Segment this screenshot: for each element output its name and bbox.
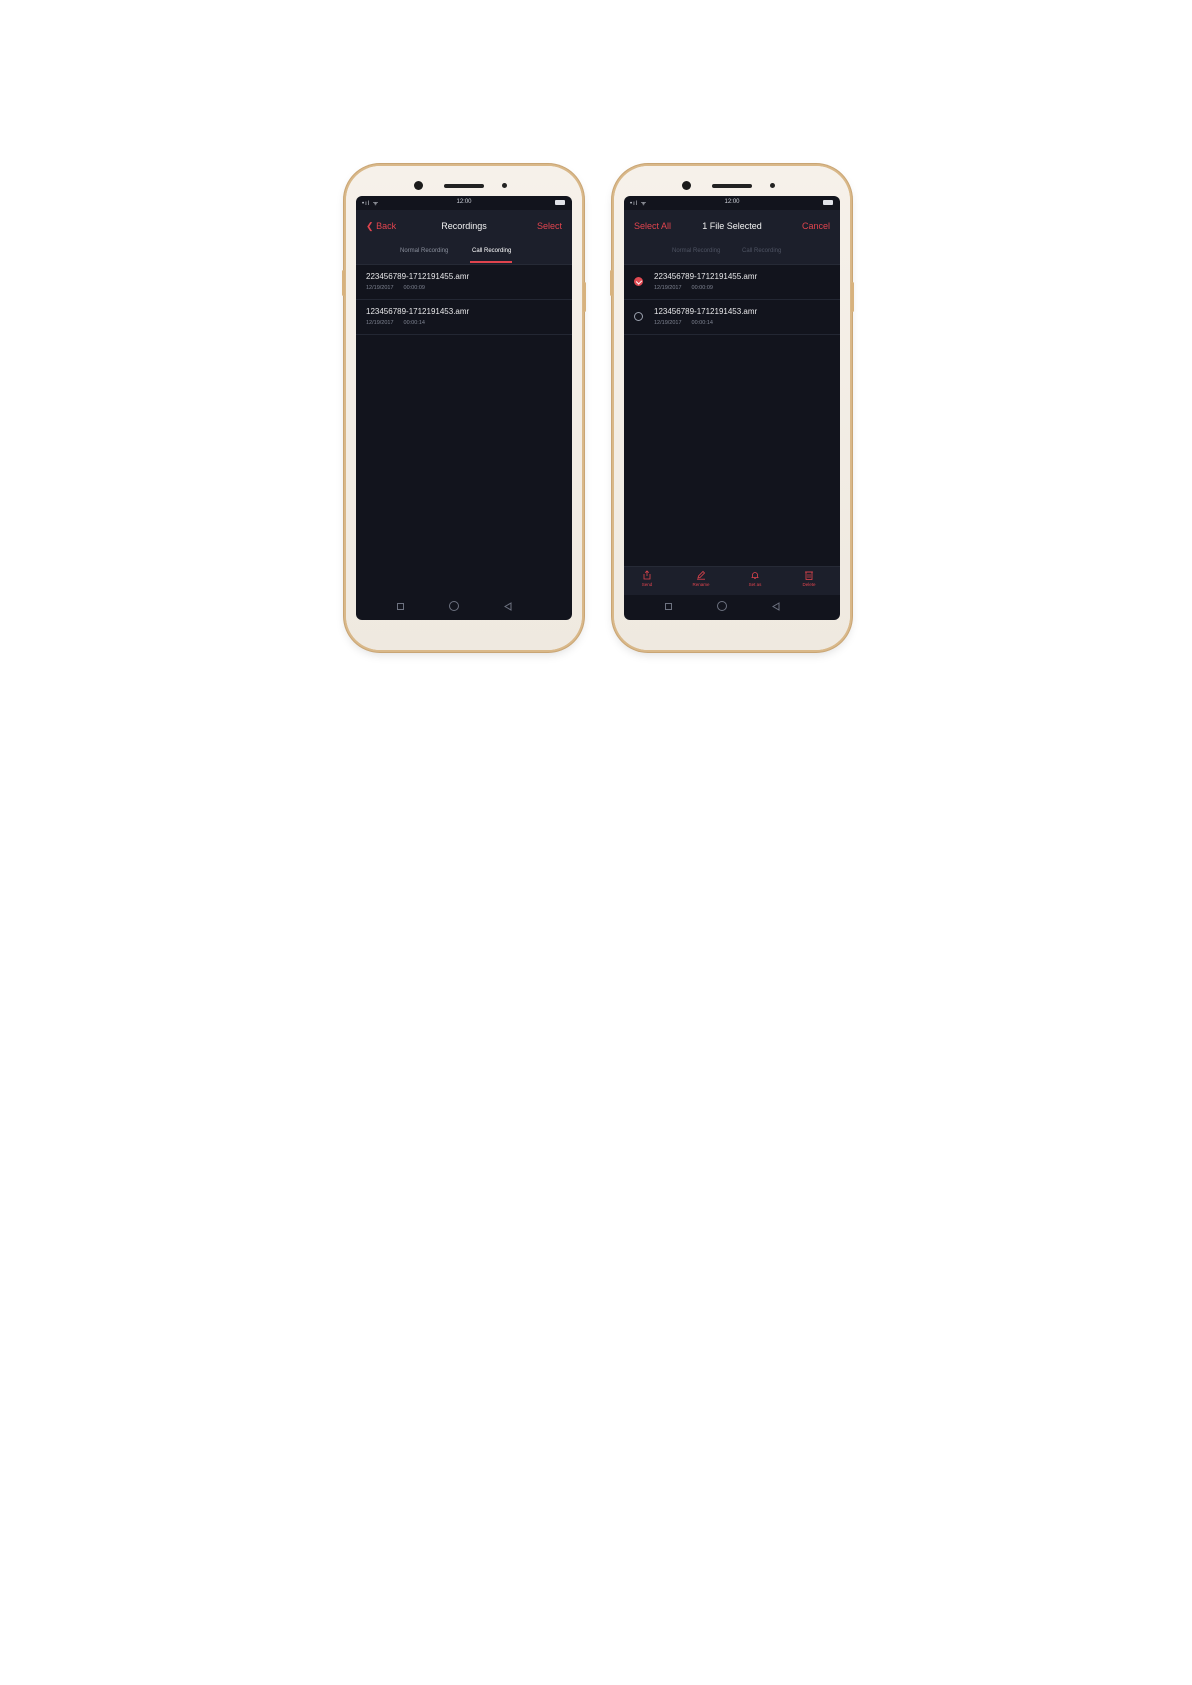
action-bar: Send Rename Set as Delete	[624, 566, 840, 595]
active-tab-indicator	[470, 261, 512, 263]
tab-bar: Normal Recording Call Recording	[356, 242, 572, 265]
home-button[interactable]	[717, 601, 727, 611]
recording-date: 12/19/2017	[366, 285, 394, 291]
recents-button[interactable]	[397, 603, 404, 610]
recording-duration: 00:00:09	[403, 285, 425, 291]
system-nav-bar	[356, 594, 572, 620]
front-camera	[414, 181, 423, 190]
screen: •ıl ᯤ 12:00 ❮ Back Recordings Select Nor…	[356, 196, 572, 620]
proximity-sensor	[770, 183, 775, 188]
volume-button	[342, 270, 345, 296]
back-nav-button[interactable]	[504, 602, 512, 611]
volume-button	[610, 270, 613, 296]
recording-name: 223456789-1712191455.amr	[366, 272, 470, 281]
selected-checkbox[interactable]	[634, 277, 643, 286]
tab-call-recording: Call Recording	[742, 248, 782, 254]
recents-button[interactable]	[665, 603, 672, 610]
rename-button[interactable]: Rename	[681, 570, 721, 587]
earpiece-speaker	[444, 184, 484, 188]
delete-button[interactable]: Delete	[789, 570, 829, 587]
list-item[interactable]: 123456789-1712191453.amr 12/19/2017 00:00…	[356, 300, 572, 335]
recording-date: 12/19/2017	[654, 285, 682, 291]
home-button[interactable]	[449, 601, 459, 611]
front-camera	[682, 181, 691, 190]
system-nav-bar	[624, 594, 840, 620]
tab-bar: Normal Recording Call Recording	[624, 242, 840, 265]
phone-left: •ıl ᯤ 12:00 ❮ Back Recordings Select Nor…	[342, 166, 586, 650]
recording-name: 223456789-1712191455.amr	[654, 272, 758, 281]
delete-label: Delete	[802, 582, 816, 587]
recording-meta: 12/19/2017 00:00:09	[366, 285, 425, 291]
trash-icon	[805, 571, 813, 580]
list-item[interactable]: 123456789-1712191453.amr 12/19/2017 00:00…	[624, 300, 840, 335]
earpiece-speaker	[712, 184, 752, 188]
list-item[interactable]: 223456789-1712191455.amr 12/19/2017 00:00…	[356, 265, 572, 300]
proximity-sensor	[502, 183, 507, 188]
recording-duration: 00:00:14	[403, 320, 425, 326]
send-label: Send	[641, 582, 653, 587]
tab-call-recording[interactable]: Call Recording	[472, 248, 511, 254]
tab-normal-recording[interactable]: Normal Recording	[400, 248, 448, 254]
power-button	[583, 282, 586, 312]
send-button[interactable]: Send	[627, 570, 667, 587]
status-time: 12:00	[724, 199, 740, 205]
list-item[interactable]: 223456789-1712191455.amr 12/19/2017 00:00…	[624, 265, 840, 300]
phone-right: •ıl ᯤ 12:00 Select All 1 File Selected C…	[610, 166, 854, 650]
battery-icon	[555, 200, 565, 205]
recording-meta: 12/19/2017 00:00:09	[654, 285, 713, 291]
cancel-button[interactable]: Cancel	[802, 221, 830, 231]
set-as-label: Set as	[748, 582, 762, 587]
power-button	[851, 282, 854, 312]
recording-name: 123456789-1712191453.amr	[654, 307, 758, 316]
recording-name: 123456789-1712191453.amr	[366, 307, 470, 316]
recording-meta: 12/19/2017 00:00:14	[366, 320, 425, 326]
app-header: ❮ Back Recordings Select	[356, 210, 572, 242]
status-time: 12:00	[456, 199, 472, 205]
back-nav-button[interactable]	[772, 602, 780, 611]
screen: •ıl ᯤ 12:00 Select All 1 File Selected C…	[624, 196, 840, 620]
share-icon	[643, 570, 651, 580]
select-button[interactable]: Select	[537, 221, 562, 231]
rename-label: Rename	[692, 582, 710, 587]
tab-normal-recording: Normal Recording	[672, 248, 721, 254]
status-bar: •ıl ᯤ 12:00	[624, 196, 840, 210]
recording-date: 12/19/2017	[654, 320, 682, 326]
battery-icon	[823, 200, 833, 205]
app-header: Select All 1 File Selected Cancel	[624, 210, 840, 242]
recording-date: 12/19/2017	[366, 320, 394, 326]
bell-icon	[751, 572, 759, 579]
unselected-checkbox[interactable]	[634, 312, 643, 321]
recording-meta: 12/19/2017 00:00:14	[654, 320, 713, 326]
recording-duration: 00:00:09	[691, 285, 713, 291]
recording-duration: 00:00:14	[691, 320, 713, 326]
pencil-icon	[697, 570, 706, 580]
status-bar: •ıl ᯤ 12:00	[356, 196, 572, 210]
set-as-button[interactable]: Set as	[735, 570, 775, 587]
